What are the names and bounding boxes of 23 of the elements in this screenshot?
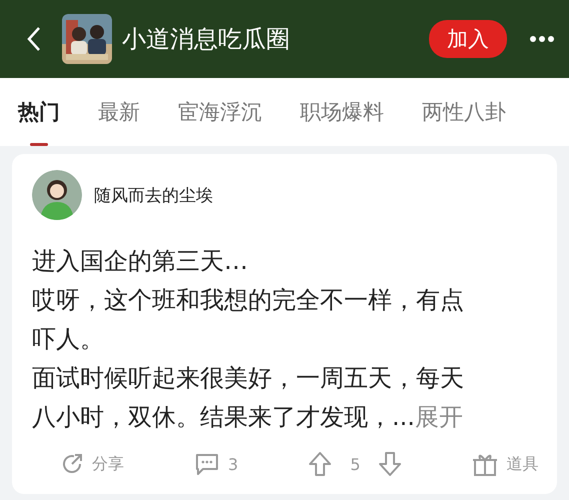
post-text: 哎呀，这个班和我想的完全不一样，有点吓人。 bbox=[32, 285, 465, 355]
post-text: 进入国企的第三天… bbox=[32, 246, 249, 277]
vote-count: 5 bbox=[350, 454, 360, 474]
tab[interactable]: 职场爆料 bbox=[300, 98, 384, 146]
post-text: 面试时候听起来很美好，一周五天，每天八小时，双休。结果来了才发现，...展开 bbox=[32, 363, 465, 433]
tab[interactable]: 宦海浮沉 bbox=[178, 98, 262, 146]
expand-link[interactable]: 展开 bbox=[414, 403, 463, 431]
author-name[interactable]: 随风而去的尘埃 bbox=[94, 184, 213, 206]
comment-icon[interactable] bbox=[194, 451, 220, 477]
more-icon[interactable] bbox=[529, 35, 555, 43]
downvote-icon[interactable] bbox=[378, 451, 402, 477]
comment-count: 3 bbox=[228, 454, 238, 474]
back-icon[interactable] bbox=[26, 26, 42, 52]
share-icon[interactable] bbox=[60, 452, 84, 476]
tab[interactable]: 热门 bbox=[18, 98, 60, 146]
group-title: 小道消息吃瓜圈 bbox=[122, 24, 290, 55]
tab[interactable]: 两性八卦 bbox=[422, 98, 506, 146]
props-label[interactable]: 道具 bbox=[506, 454, 538, 474]
avatar bbox=[32, 170, 82, 220]
tab[interactable]: 最新 bbox=[98, 98, 140, 146]
share-label[interactable]: 分享 bbox=[92, 454, 124, 474]
join-button[interactable]: 加入 bbox=[429, 20, 507, 58]
upvote-icon[interactable] bbox=[308, 451, 332, 477]
